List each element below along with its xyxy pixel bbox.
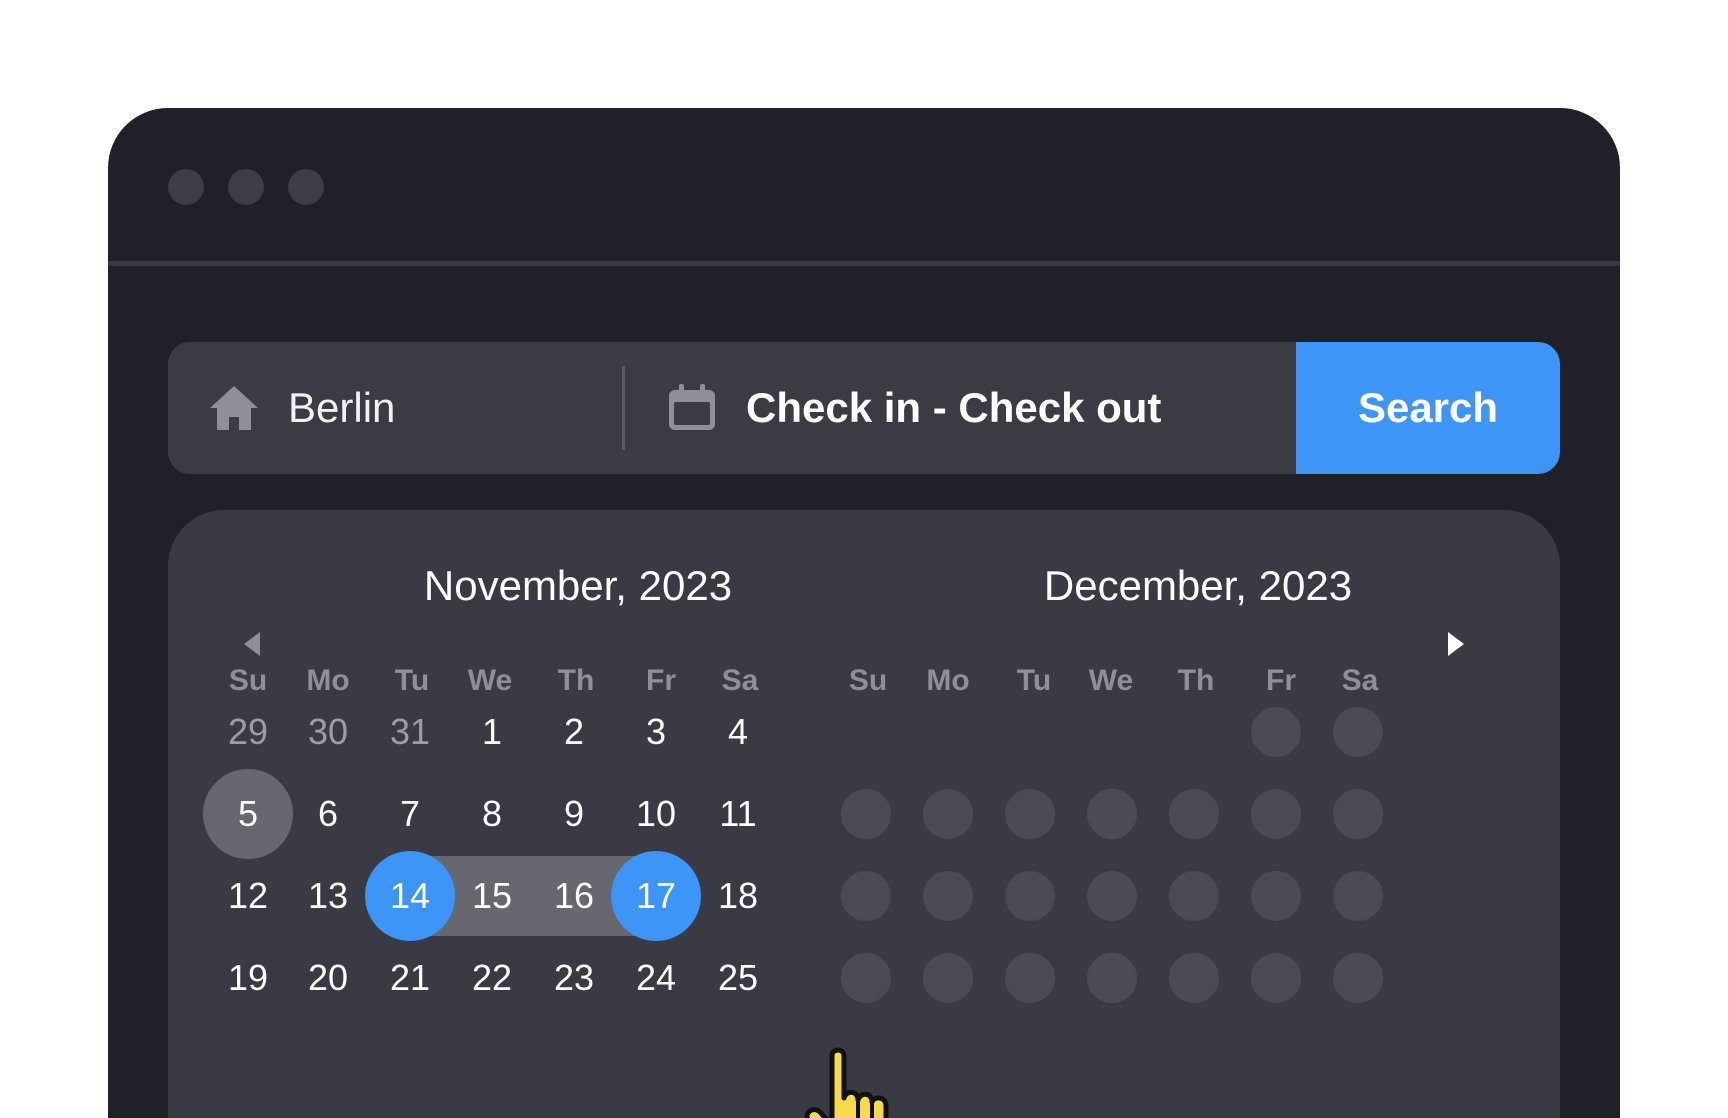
calendar-day[interactable]: 19	[203, 933, 293, 1023]
calendar-day[interactable]: 8	[447, 769, 537, 859]
calendar-day-check-out[interactable]: 17	[611, 851, 701, 941]
calendar-day-placeholder	[1005, 953, 1055, 1003]
calendar-icon	[669, 384, 715, 430]
left-month-title: November, 2023	[423, 562, 733, 609]
search-button[interactable]: Search	[1296, 342, 1560, 474]
calendar-day-placeholder	[841, 789, 891, 839]
weekday-header: We	[1088, 664, 1134, 697]
calendar-day-placeholder	[923, 953, 973, 1003]
weekday-header: Mo	[926, 664, 970, 697]
location-field[interactable]: Berlin	[288, 342, 395, 474]
weekday-header: Fr	[1266, 664, 1296, 697]
calendar-day[interactable]: 22	[447, 933, 537, 1023]
calendar-day-placeholder	[841, 871, 891, 921]
calendar-day[interactable]: 2	[529, 687, 619, 777]
calendar-day[interactable]: 3	[611, 687, 701, 777]
calendar-day[interactable]: 23	[529, 933, 619, 1023]
calendar-day[interactable]: 11	[693, 769, 783, 859]
calendar-day-placeholder	[1005, 789, 1055, 839]
window-dot-maximize[interactable]	[288, 169, 324, 205]
calendar-day-check-in[interactable]: 14	[365, 851, 455, 941]
calendar-day-placeholder	[1251, 789, 1301, 839]
calendar-day-placeholder	[1087, 789, 1137, 839]
calendar-day-placeholder	[841, 953, 891, 1003]
calendar-day[interactable]: 4	[693, 687, 783, 777]
calendar-day-other-month[interactable]: 31	[365, 687, 455, 777]
calendar-day-placeholder	[1251, 953, 1301, 1003]
calendar-day-in-range[interactable]: 16	[529, 851, 619, 941]
calendar-day-placeholder	[1333, 953, 1383, 1003]
weekday-header: Sa	[1341, 664, 1379, 697]
calendar-day[interactable]: 25	[693, 933, 783, 1023]
calendar-day[interactable]: 1	[447, 687, 537, 777]
date-picker-panel: November, 2023 December, 2023 Su Su Mo Mo Tu…	[168, 510, 1560, 1118]
calendar-day-placeholder	[1333, 789, 1383, 839]
right-month-title: December, 2023	[1043, 562, 1353, 609]
next-month-arrow-icon[interactable]	[1436, 624, 1476, 664]
hand-pointer-icon	[804, 1047, 889, 1118]
calendar-day[interactable]: 24	[611, 933, 701, 1023]
calendar-day[interactable]: 20	[283, 933, 373, 1023]
calendar-day[interactable]: 18	[693, 851, 783, 941]
calendar-day[interactable]: 7	[365, 769, 455, 859]
calendar-day[interactable]: 13	[283, 851, 373, 941]
app-window: Berlin Check in - Check out Search Novem…	[108, 108, 1620, 1118]
calendar-day-placeholder	[1333, 871, 1383, 921]
calendar-day[interactable]: 10	[611, 769, 701, 859]
calendar-day-other-month[interactable]: 29	[203, 687, 293, 777]
calendar-day[interactable]: 12	[203, 851, 293, 941]
calendar-day-placeholder	[1169, 953, 1219, 1003]
calendar-day-placeholder	[923, 789, 973, 839]
window-dot-minimize[interactable]	[228, 169, 264, 205]
calendar-day-placeholder	[1005, 871, 1055, 921]
calendar-day[interactable]: 21	[365, 933, 455, 1023]
home-icon	[210, 386, 258, 430]
calendar-day-placeholder	[1087, 871, 1137, 921]
title-bar	[108, 108, 1620, 266]
calendar-day-in-range[interactable]: 15	[447, 851, 537, 941]
calendar-day[interactable]: 9	[529, 769, 619, 859]
prev-month-arrow-icon[interactable]	[232, 624, 272, 664]
calendar-day-today[interactable]: 5	[203, 769, 293, 859]
calendar-day-other-month[interactable]: 30	[283, 687, 373, 777]
check-in-check-out-field[interactable]: Check in - Check out	[746, 342, 1161, 474]
weekday-header: Su	[848, 664, 888, 697]
field-divider	[622, 366, 625, 450]
calendar-day[interactable]: 6	[283, 769, 373, 859]
calendar-day-placeholder	[923, 871, 973, 921]
weekday-header: Th	[1177, 664, 1215, 697]
window-dot-close[interactable]	[168, 169, 204, 205]
calendar-day-placeholder	[1169, 789, 1219, 839]
search-bar: Berlin Check in - Check out Search	[168, 342, 1560, 474]
calendar-day-placeholder	[1251, 707, 1301, 757]
calendar-day-placeholder	[1333, 707, 1383, 757]
calendar-day-placeholder	[1251, 871, 1301, 921]
calendar-day-placeholder	[1087, 953, 1137, 1003]
calendar-day-placeholder	[1169, 871, 1219, 921]
